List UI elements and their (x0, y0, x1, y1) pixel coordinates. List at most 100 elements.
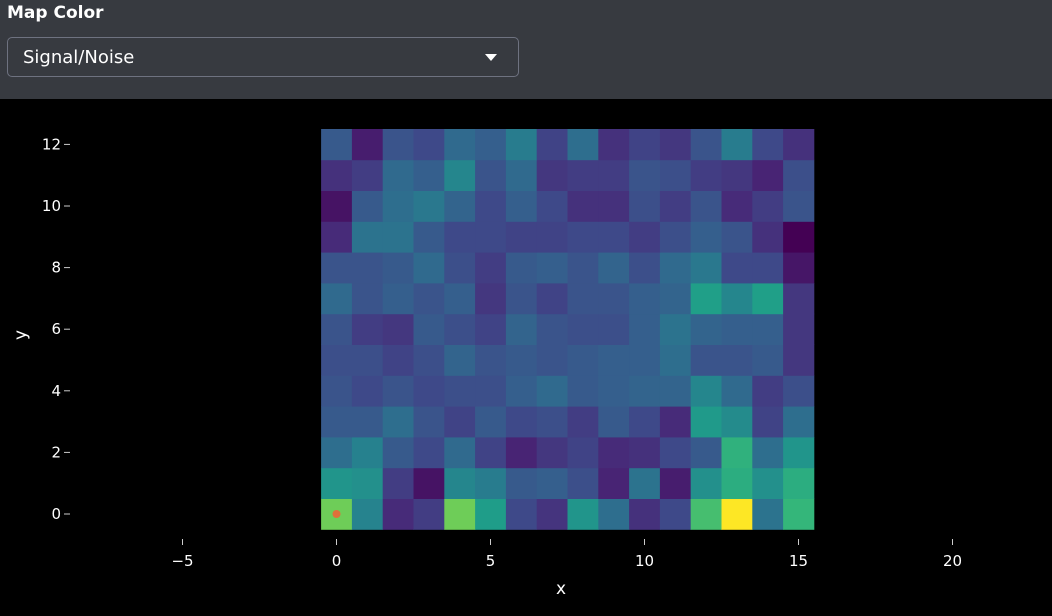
heatmap-cell[interactable] (690, 159, 722, 191)
heatmap-cell[interactable] (598, 467, 630, 499)
heatmap-cell[interactable] (475, 406, 507, 438)
heatmap-cell[interactable] (598, 190, 630, 222)
heatmap-cell[interactable] (413, 467, 445, 499)
heatmap-cell[interactable] (659, 129, 692, 161)
heatmap-cell[interactable] (659, 283, 692, 315)
heatmap-cell[interactable] (536, 467, 568, 499)
heatmap-cell[interactable] (598, 313, 630, 345)
heatmap-cell[interactable] (752, 283, 784, 315)
heatmap-cell[interactable] (629, 344, 661, 376)
heatmap-cell[interactable] (536, 375, 568, 407)
heatmap-cell[interactable] (444, 313, 476, 345)
heatmap-cell[interactable] (382, 467, 414, 499)
heatmap-cell[interactable] (321, 344, 353, 376)
heatmap-cell[interactable] (444, 375, 476, 407)
heatmap-cell[interactable] (351, 159, 384, 191)
heatmap-cell[interactable] (629, 406, 661, 438)
heatmap-cell[interactable] (475, 252, 507, 284)
heatmap-cell[interactable] (413, 129, 445, 161)
heatmap-cell[interactable] (475, 159, 507, 191)
heatmap-cell[interactable] (536, 406, 568, 438)
heatmap-cell[interactable] (752, 467, 784, 499)
heatmap-cell[interactable] (475, 313, 507, 345)
heatmap-cell[interactable] (659, 375, 692, 407)
heatmap-cell[interactable] (444, 498, 476, 530)
heatmap-cell[interactable] (783, 190, 815, 222)
heatmap-cell[interactable] (351, 190, 384, 222)
heatmap-cell[interactable] (536, 437, 568, 469)
heatmap-cell[interactable] (567, 252, 599, 284)
heatmap-cell[interactable] (351, 375, 384, 407)
heatmap-cell[interactable] (413, 437, 445, 469)
heatmap-cell[interactable] (475, 283, 507, 315)
heatmap-cell[interactable] (690, 252, 722, 284)
heatmap-cell[interactable] (721, 344, 753, 376)
heatmap-cell[interactable] (598, 437, 630, 469)
heatmap-cell[interactable] (690, 283, 722, 315)
heatmap-cell[interactable] (475, 498, 507, 530)
heatmap-cell[interactable] (413, 375, 445, 407)
heatmap-cell[interactable] (536, 313, 568, 345)
heatmap-cell[interactable] (659, 159, 692, 191)
heatmap-cell[interactable] (321, 313, 353, 345)
heatmap-cell[interactable] (783, 252, 815, 284)
heatmap-cell[interactable] (598, 252, 630, 284)
heatmap-cell[interactable] (444, 252, 476, 284)
heatmap-cell[interactable] (659, 221, 692, 253)
heatmap-cell[interactable] (413, 498, 445, 530)
heatmap-cell[interactable] (475, 467, 507, 499)
heatmap-cell[interactable] (752, 313, 784, 345)
heatmap-cell[interactable] (629, 159, 661, 191)
heatmap-cell[interactable] (690, 467, 722, 499)
heatmap-cell[interactable] (752, 252, 784, 284)
heatmap-cell[interactable] (721, 437, 753, 469)
heatmap-cell[interactable] (321, 252, 353, 284)
heatmap-cell[interactable] (690, 344, 722, 376)
heatmap-cell[interactable] (382, 252, 414, 284)
heatmap-cell[interactable] (351, 406, 384, 438)
heatmap-cell[interactable] (659, 344, 692, 376)
heatmap-cell[interactable] (444, 283, 476, 315)
heatmap-cell[interactable] (783, 437, 815, 469)
heatmap-cell[interactable] (505, 437, 538, 469)
heatmap-cell[interactable] (567, 313, 599, 345)
heatmap-cell[interactable] (721, 406, 753, 438)
heatmap-cell[interactable] (536, 344, 568, 376)
heatmap-cell[interactable] (351, 283, 384, 315)
heatmap-cell[interactable] (629, 467, 661, 499)
heatmap-cell[interactable] (382, 283, 414, 315)
heatmap-cell[interactable] (382, 344, 414, 376)
heatmap-cell[interactable] (721, 252, 753, 284)
heatmap-cell[interactable] (752, 159, 784, 191)
heatmap-cell[interactable] (382, 498, 414, 530)
heatmap-cell[interactable] (567, 437, 599, 469)
heatmap-cell[interactable] (413, 283, 445, 315)
heatmap-cell[interactable] (629, 498, 661, 530)
heatmap-cell[interactable] (321, 190, 353, 222)
heatmap-cell[interactable] (690, 190, 722, 222)
heatmap-cell[interactable] (783, 375, 815, 407)
heatmap-cell[interactable] (629, 375, 661, 407)
heatmap-cell[interactable] (536, 283, 568, 315)
heatmap-cell[interactable] (536, 252, 568, 284)
heatmap-cell[interactable] (382, 190, 414, 222)
heatmap-cell[interactable] (598, 344, 630, 376)
map-color-select[interactable]: Signal/Noise (7, 37, 519, 77)
heatmap-cell[interactable] (382, 313, 414, 345)
heatmap-cell[interactable] (752, 437, 784, 469)
heatmap-cell[interactable] (659, 498, 692, 530)
heatmap-cell[interactable] (413, 406, 445, 438)
heatmap-cell[interactable] (659, 190, 692, 222)
heatmap-cell[interactable] (505, 406, 538, 438)
heatmap-cell[interactable] (351, 467, 384, 499)
heatmap-cell[interactable] (444, 190, 476, 222)
heatmap-cell[interactable] (567, 344, 599, 376)
heatmap-cell[interactable] (382, 159, 414, 191)
heatmap-cell[interactable] (536, 221, 568, 253)
heatmap-cell[interactable] (505, 190, 538, 222)
heatmap-cell[interactable] (783, 129, 815, 161)
heatmap-cell[interactable] (598, 375, 630, 407)
heatmap-cell[interactable] (783, 498, 815, 530)
heatmap-cell[interactable] (752, 129, 784, 161)
heatmap-cell[interactable] (505, 375, 538, 407)
